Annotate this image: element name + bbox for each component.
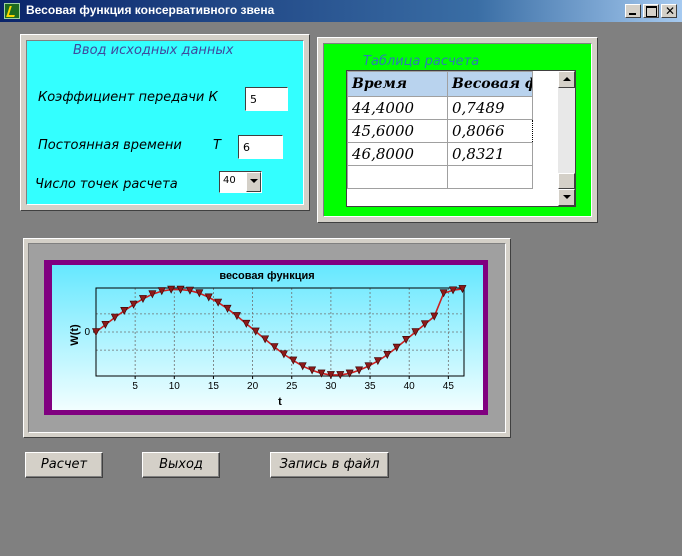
grid-cell[interactable] <box>447 165 533 189</box>
x-tick-label: 30 <box>325 381 337 392</box>
app-icon <box>4 3 20 19</box>
chart-title: весовая функция <box>219 270 314 282</box>
points-label: Число точек расчета <box>35 177 178 192</box>
y-tick-label: 0 <box>84 327 90 338</box>
maximize-button[interactable] <box>643 4 659 18</box>
table-panel-title: Таблица расчета <box>363 54 480 69</box>
title-bar: Весовая функция консервативного звена ✕ <box>0 0 682 22</box>
x-tick-label: 40 <box>404 381 416 392</box>
grid-cell[interactable]: 44,4000 <box>347 96 448 120</box>
points-select[interactable]: 40 <box>219 171 262 193</box>
input-panel-title: Ввод исходных данных <box>73 43 234 58</box>
grid-header-row: Время Весовая ф <box>347 71 533 97</box>
gain-input[interactable] <box>245 87 288 111</box>
x-tick-label: 35 <box>364 381 376 392</box>
maximize-icon <box>646 6 657 17</box>
calculate-button[interactable]: Расчет <box>25 452 103 478</box>
grid-cell[interactable]: 0,8321 <box>447 142 533 166</box>
weight-function-chart: весовая функция W(t) t 5 10 15 20 25 30 35 40 45… <box>52 265 483 410</box>
scroll-up-icon[interactable] <box>558 71 575 88</box>
x-tick-label: 15 <box>208 381 220 392</box>
scroll-down-icon[interactable] <box>558 189 575 206</box>
close-button[interactable]: ✕ <box>661 4 677 18</box>
x-tick-label: 10 <box>169 381 181 392</box>
results-grid[interactable]: Время Весовая ф 44,4000 0,7489 45,6000 0… <box>346 70 576 207</box>
grid-cell-selected[interactable]: 0,8066 <box>447 119 533 143</box>
scroll-thumb[interactable] <box>558 173 575 189</box>
table-row[interactable] <box>347 165 533 189</box>
time-const-label: Постоянная времени <box>38 138 182 153</box>
x-tick-label: 5 <box>132 381 138 392</box>
x-tick-label: 45 <box>443 381 455 392</box>
close-icon: ✕ <box>665 4 676 18</box>
time-const-symbol: T <box>213 138 221 153</box>
minimize-icon <box>629 13 636 15</box>
table-row[interactable]: 44,4000 0,7489 <box>347 96 533 120</box>
time-const-input[interactable] <box>238 135 283 159</box>
window-title: Весовая функция консервативного звена <box>26 3 275 17</box>
y-axis-label: W(t) <box>69 324 81 346</box>
grid-cell[interactable]: 46,8000 <box>347 142 448 166</box>
exit-button[interactable]: Выход <box>142 452 220 478</box>
grid-header-weight[interactable]: Весовая ф <box>447 71 533 97</box>
table-row[interactable]: 45,6000 0,8066 <box>347 119 533 143</box>
gain-label: Коэффициент передачи К <box>38 90 218 105</box>
x-axis-label: t <box>278 396 282 408</box>
x-tick-label: 25 <box>286 381 298 392</box>
minimize-button[interactable] <box>625 4 641 18</box>
points-select-value: 40 <box>223 175 236 186</box>
grid-header-time[interactable]: Время <box>347 71 448 97</box>
grid-scrollbar[interactable] <box>558 71 575 206</box>
x-tick-label: 20 <box>247 381 259 392</box>
grid-cell[interactable] <box>347 165 448 189</box>
table-row[interactable]: 46,8000 0,8321 <box>347 142 533 166</box>
chevron-down-icon[interactable] <box>246 172 261 192</box>
grid-cell[interactable]: 45,6000 <box>347 119 448 143</box>
save-to-file-button[interactable]: Запись в файл <box>270 452 389 478</box>
grid-cell[interactable]: 0,7489 <box>447 96 533 120</box>
